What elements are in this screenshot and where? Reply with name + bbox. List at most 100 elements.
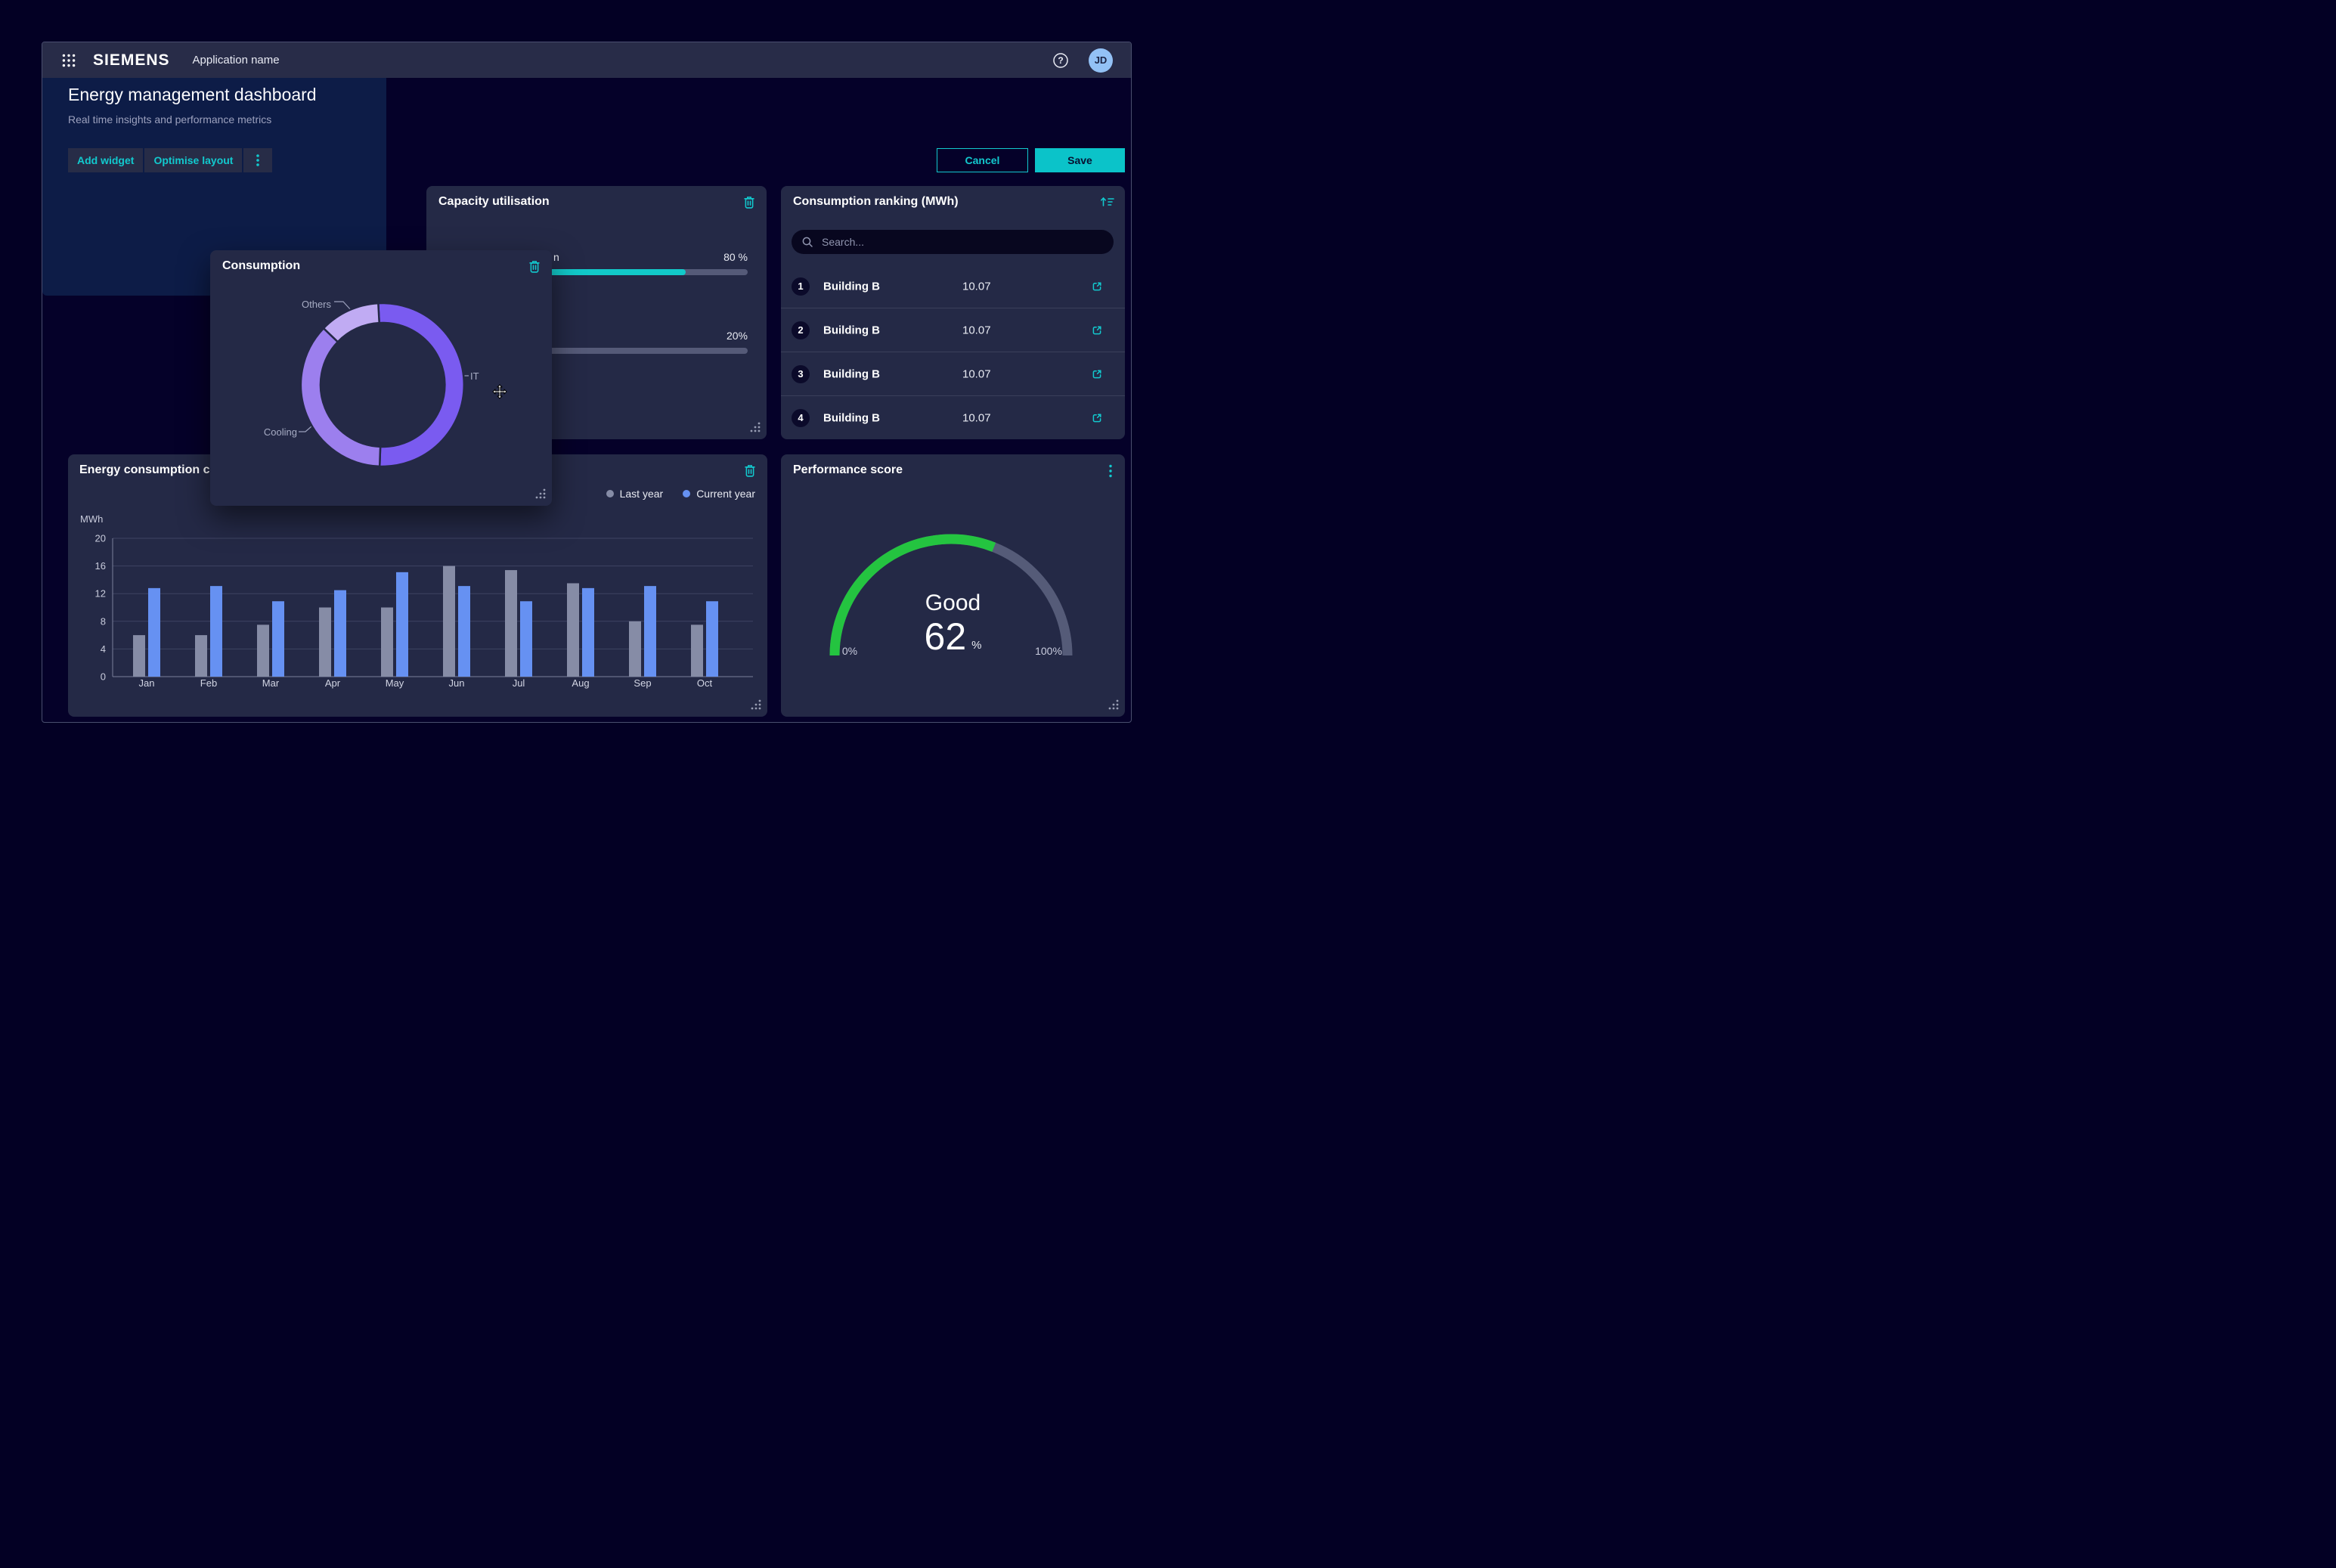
building-name: Building B <box>823 367 880 380</box>
page-title: Energy management dashboard <box>68 85 317 105</box>
optimise-layout-button[interactable]: Optimise layout <box>144 148 242 172</box>
legend-label: Current year <box>696 488 755 500</box>
slice-label-others: Others <box>274 299 331 310</box>
svg-text:Jun: Jun <box>449 677 465 689</box>
svg-text:Jul: Jul <box>513 677 525 689</box>
sort-button[interactable] <box>1099 195 1116 209</box>
consumption-value: 10.07 <box>962 411 991 424</box>
page-subtitle: Real time insights and performance metri… <box>68 113 271 126</box>
toolbar: Add widget Optimise layout <box>68 148 272 172</box>
search-input[interactable] <box>820 235 1103 249</box>
performance-score-card: Performance score Good 62 % 0% 100% <box>781 454 1125 717</box>
dashboard-window: SIEMENS Application name ? JD Energy man… <box>42 42 1132 723</box>
building-name: Building B <box>823 324 880 336</box>
consumption-value: 10.07 <box>962 324 991 336</box>
svg-text:0: 0 <box>101 671 106 683</box>
svg-text:Apr: Apr <box>325 677 341 689</box>
svg-text:Sep: Sep <box>634 677 651 689</box>
svg-text:20: 20 <box>95 533 106 544</box>
external-link-icon <box>1090 324 1104 337</box>
card-options-button[interactable] <box>1108 463 1113 479</box>
gauge-unit: % <box>971 639 981 655</box>
gauge-status: Good <box>781 590 1125 616</box>
sort-ascending-icon <box>1099 195 1116 209</box>
consumption-value: 10.07 <box>962 367 991 380</box>
avatar[interactable]: JD <box>1089 48 1113 73</box>
rank-badge: 1 <box>792 277 810 296</box>
building-name: Building B <box>823 280 880 293</box>
slice-label-it: IT <box>470 370 479 382</box>
open-details-button[interactable] <box>1090 280 1104 293</box>
ranking-row[interactable]: 3 Building B 10.07 <box>781 352 1125 395</box>
legend-label: Last year <box>620 488 664 500</box>
gauge-max-label: 100% <box>1030 645 1067 657</box>
consumption-donut-card[interactable]: Consumption Others IT Cooling <box>210 250 552 506</box>
resize-handle[interactable] <box>750 422 761 432</box>
bar-chart: 048121620JanFebMarAprMayJunJulAugSepOct <box>68 519 767 700</box>
ranking-list: 1 Building B 10.07 2 Building B 10.07 <box>781 265 1125 439</box>
svg-text:Oct: Oct <box>697 677 713 689</box>
donut-chart <box>210 250 552 506</box>
card-title: Consumption ranking (MWh) <box>793 195 959 209</box>
kebab-icon <box>256 153 260 167</box>
resize-handle[interactable] <box>751 699 761 710</box>
open-details-button[interactable] <box>1090 324 1104 337</box>
external-link-icon <box>1090 411 1104 425</box>
external-link-icon <box>1090 280 1104 293</box>
cancel-button[interactable]: Cancel <box>937 148 1028 172</box>
resize-handle[interactable] <box>1108 699 1119 710</box>
brand-logo: SIEMENS <box>93 51 170 70</box>
open-details-button[interactable] <box>1090 367 1104 381</box>
svg-text:4: 4 <box>101 643 106 655</box>
help-icon[interactable]: ? <box>1052 52 1069 69</box>
application-name: Application name <box>193 54 280 67</box>
save-button[interactable]: Save <box>1035 148 1125 172</box>
add-widget-button[interactable]: Add widget <box>68 148 143 172</box>
svg-text:May: May <box>386 677 404 689</box>
gauge-value-group: 62 % <box>781 618 1125 655</box>
slice-label-cooling: Cooling <box>240 426 297 438</box>
open-details-button[interactable] <box>1090 411 1104 425</box>
svg-text:?: ? <box>1058 55 1063 66</box>
app-switcher-icon[interactable] <box>61 53 76 68</box>
search-box[interactable] <box>792 230 1114 254</box>
more-options-button[interactable] <box>243 148 272 172</box>
leader-line-cooling <box>299 426 311 432</box>
card-title: Capacity utilisation <box>438 195 550 209</box>
ranking-row[interactable]: 2 Building B 10.07 <box>781 308 1125 352</box>
gauge-value: 62 <box>925 618 967 655</box>
card-title: Performance score <box>793 463 903 477</box>
capacity-row-label-fragment: n <box>553 251 559 263</box>
legend-dot <box>606 490 614 497</box>
capacity-row-value: 20% <box>727 330 748 342</box>
building-name: Building B <box>823 411 880 424</box>
external-link-icon <box>1090 367 1104 381</box>
rank-badge: 2 <box>792 321 810 339</box>
card-title: Energy consumption com <box>79 463 228 477</box>
trash-icon <box>741 194 757 210</box>
kebab-icon <box>1108 463 1113 479</box>
capacity-row-value: 80 % <box>723 251 748 263</box>
delete-widget-button[interactable] <box>741 194 757 210</box>
legend-item-current-year: Current year <box>683 488 755 500</box>
rank-badge: 3 <box>792 365 810 383</box>
consumption-value: 10.07 <box>962 280 991 293</box>
delete-widget-button[interactable] <box>742 462 758 479</box>
svg-text:Aug: Aug <box>572 677 589 689</box>
trash-icon <box>742 462 758 479</box>
chart-legend: Last year Current year <box>606 488 755 500</box>
svg-text:12: 12 <box>95 588 106 600</box>
legend-item-last-year: Last year <box>606 488 664 500</box>
app-header: SIEMENS Application name ? JD <box>42 42 1131 78</box>
ranking-row[interactable]: 1 Building B 10.07 <box>781 265 1125 308</box>
consumption-ranking-card: Consumption ranking (MWh) 1 Building B 1… <box>781 186 1125 439</box>
legend-dot <box>683 490 690 497</box>
ranking-row[interactable]: 4 Building B 10.07 <box>781 395 1125 439</box>
svg-text:Jan: Jan <box>139 677 155 689</box>
rank-badge: 4 <box>792 409 810 427</box>
resize-handle[interactable] <box>535 488 546 499</box>
svg-text:8: 8 <box>101 615 106 627</box>
svg-text:Feb: Feb <box>200 677 217 689</box>
search-icon <box>801 235 814 249</box>
svg-text:16: 16 <box>95 560 106 572</box>
